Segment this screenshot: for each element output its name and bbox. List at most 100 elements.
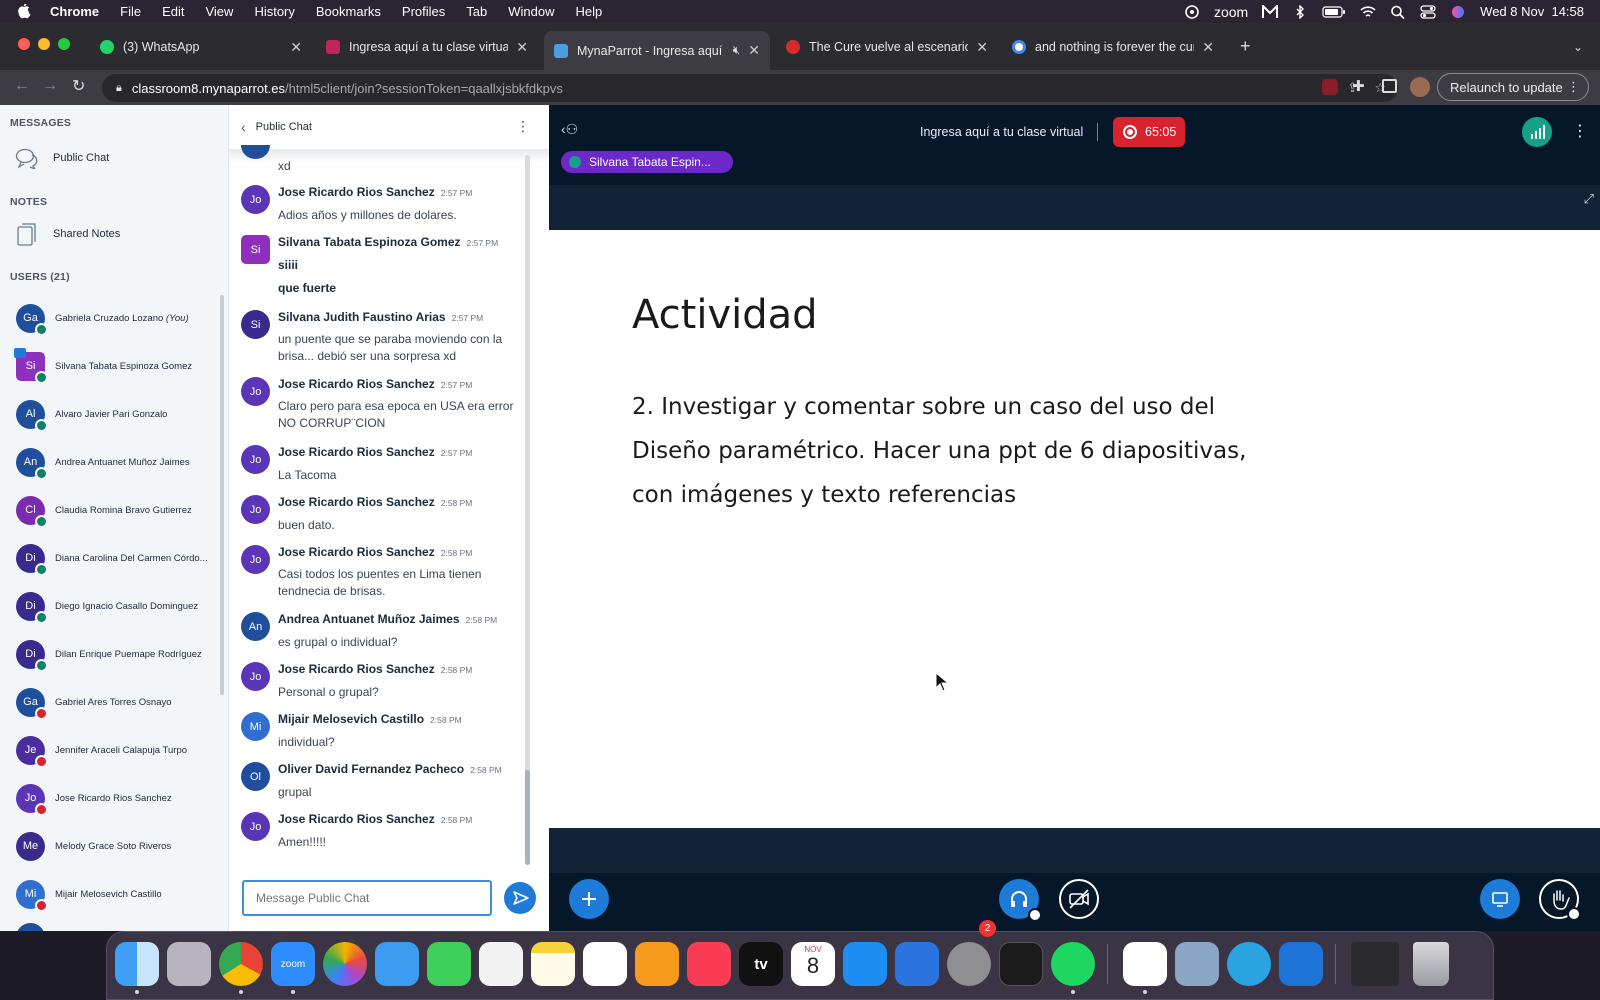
terminal-icon[interactable] [999,942,1043,986]
m-app-icon[interactable] [1262,3,1279,19]
wifi-icon[interactable] [1360,5,1376,19]
user-list-item[interactable]: Si Silvana Tabata Espinoza Gomez [14,347,220,384]
close-tab-icon[interactable]: ✕ [748,42,760,59]
chrome-icon[interactable] [219,942,263,986]
user-list-item[interactable]: An Andrea Antuanet Muñoz Jaimes [16,444,220,480]
audio-muted-icon[interactable]: 🔇︎ [733,43,741,58]
chat-options-icon[interactable]: ⋮ [516,118,530,135]
minimize-window-button[interactable] [38,38,50,50]
tab-clase-virtual[interactable]: Ingresa aquí a tu clase virtual ✕ [316,32,538,62]
actions-plus-button[interactable] [569,879,609,919]
menu-bookmarks[interactable]: Bookmarks [316,4,381,19]
toggle-userlist-icon[interactable]: ‹⚇ [561,121,578,138]
keynote-icon[interactable] [895,942,939,986]
user-list-item[interactable]: Je Jennifer Araceli Calapuja Turpo [16,732,220,768]
minimized-window-thumbnail[interactable] [1351,942,1399,986]
relaunch-to-update-button[interactable]: Relaunch to update ⋮ [1437,73,1589,101]
ublock-extension-icon[interactable] [1322,79,1338,95]
chevron-left-icon[interactable]: ‹ [241,119,246,135]
notes-icon[interactable] [531,942,575,986]
menu-file[interactable]: File [120,4,141,19]
trash-icon[interactable] [1413,942,1449,986]
tab-mynaparrot[interactable]: MynaParrot - Ingresa aquí 🔇︎ ✕ [544,31,770,70]
calendar-icon[interactable]: NOV 8 [791,942,835,986]
mail-icon[interactable] [375,942,419,986]
close-tab-icon[interactable]: ✕ [1202,39,1214,56]
user-list-item[interactable]: Me Melody Grace Soto Riveros [16,828,220,864]
battery-icon[interactable] [1322,5,1346,19]
fullscreen-icon[interactable]: ⤢ [1584,191,1594,207]
leave-audio-button[interactable] [999,879,1042,922]
new-tab-button[interactable]: + [1240,36,1251,57]
address-bar[interactable]: 🔒︎ classroom8.mynaparrot.es/html5client/… [102,74,1398,102]
launchpad-icon[interactable] [167,942,211,986]
sidebar-scrollbar[interactable] [220,295,224,695]
close-tab-icon[interactable]: ✕ [290,39,302,56]
tab-google-search[interactable]: and nothing is forever the cure ✕ [1002,32,1224,62]
user-list-item[interactable]: Al Alvaro Javier Pari Gonzalo [16,396,220,432]
close-tab-icon[interactable]: ✕ [976,39,988,56]
zoom-app-icon[interactable]: zoom [271,942,315,986]
forward-arrow-icon[interactable]: → [42,77,58,95]
presentation-toggle-button[interactable] [1480,879,1520,919]
sidebar-shared-notes[interactable]: Shared Notes [15,223,120,246]
message-input[interactable] [242,880,492,916]
raise-hand-button[interactable] [1539,879,1581,921]
share-webcam-button[interactable] [1059,879,1099,919]
telegram-icon[interactable] [1227,942,1271,986]
tab-whatsapp[interactable]: (3) WhatsApp ✕ [90,32,312,62]
close-window-button[interactable] [18,38,30,50]
trello-icon[interactable] [1279,942,1323,986]
zoom-status-label[interactable]: zoom [1214,4,1248,20]
user-list-item[interactable]: Cl Claudia Romina Bravo Gutierrez [16,492,220,528]
reminders-icon[interactable] [583,942,627,986]
chrome-status-icon[interactable] [1184,4,1200,19]
menu-view[interactable]: View [205,4,233,19]
preview-icon[interactable] [1175,942,1219,986]
reload-icon[interactable]: ↻ [72,76,85,96]
spotlight-search-icon[interactable] [1390,5,1406,19]
menu-help[interactable]: Help [576,4,603,19]
extensions-puzzle-icon[interactable]: ✚ [1352,77,1365,95]
control-center-icon[interactable] [1420,4,1436,19]
send-message-button[interactable] [504,882,536,914]
messages-icon[interactable] [427,942,471,986]
sidebar-public-chat[interactable]: Public Chat [15,147,109,171]
close-tab-icon[interactable]: ✕ [516,39,528,56]
pages-icon[interactable] [635,942,679,986]
menu-edit[interactable]: Edit [162,4,184,19]
menu-profiles[interactable]: Profiles [402,4,445,19]
app-store-icon[interactable] [843,942,887,986]
user-list-item[interactable]: Ga Gabriela Cruzado Lozano (You) [16,300,220,336]
finder-icon[interactable] [115,942,159,986]
menubar-clock[interactable]: Wed 8 Nov 14:58 [1480,4,1584,19]
options-menu-icon[interactable]: ⋮ [1572,121,1588,141]
user-list-item[interactable]: Ga Gabriel Ares Torres Osnayo [16,684,220,720]
side-panel-icon[interactable] [1382,79,1397,93]
profile-avatar[interactable] [1410,77,1430,97]
user-list-item[interactable]: Di Diana Carolina Del Carmen Córdo... [16,540,220,576]
spotify-icon[interactable] [1051,942,1095,986]
user-list-item[interactable]: Di Dilan Enrique Puemape Rodríguez [16,636,220,672]
maximize-window-button[interactable] [58,38,70,50]
user-list-item[interactable]: Jo Jose Ricardo Rios Sanchez [16,780,220,816]
vscode-icon[interactable] [1123,942,1167,986]
menu-history[interactable]: History [254,4,294,19]
audio-settings-badge[interactable] [1028,908,1042,922]
connection-status-icon[interactable] [1522,117,1552,147]
reactions-badge[interactable] [1567,907,1581,921]
tab-search-chevron-icon[interactable]: ⌄ [1573,40,1583,54]
menu-tab[interactable]: Tab [466,4,487,19]
chat-scrollbar[interactable] [525,155,530,865]
recording-indicator[interactable]: 65:05 [1113,117,1185,147]
user-list-item[interactable]: Mi Mijair Melosevich Castillo [16,876,220,912]
back-arrow-icon[interactable]: ← [14,77,30,95]
apple-tv-icon[interactable]: tv [739,942,783,986]
menu-window[interactable]: Window [508,4,554,19]
siri-icon[interactable] [1450,5,1466,19]
user-list-item[interactable]: Di Diego Ignacio Casallo Dominguez [16,588,220,624]
menu-app-name[interactable]: Chrome [50,4,99,19]
tab-the-cure[interactable]: The Cure vuelve al escenario ✕ [776,32,998,62]
apple-icon[interactable] [18,3,32,20]
chat-scrollbar-thumb[interactable] [525,770,530,865]
